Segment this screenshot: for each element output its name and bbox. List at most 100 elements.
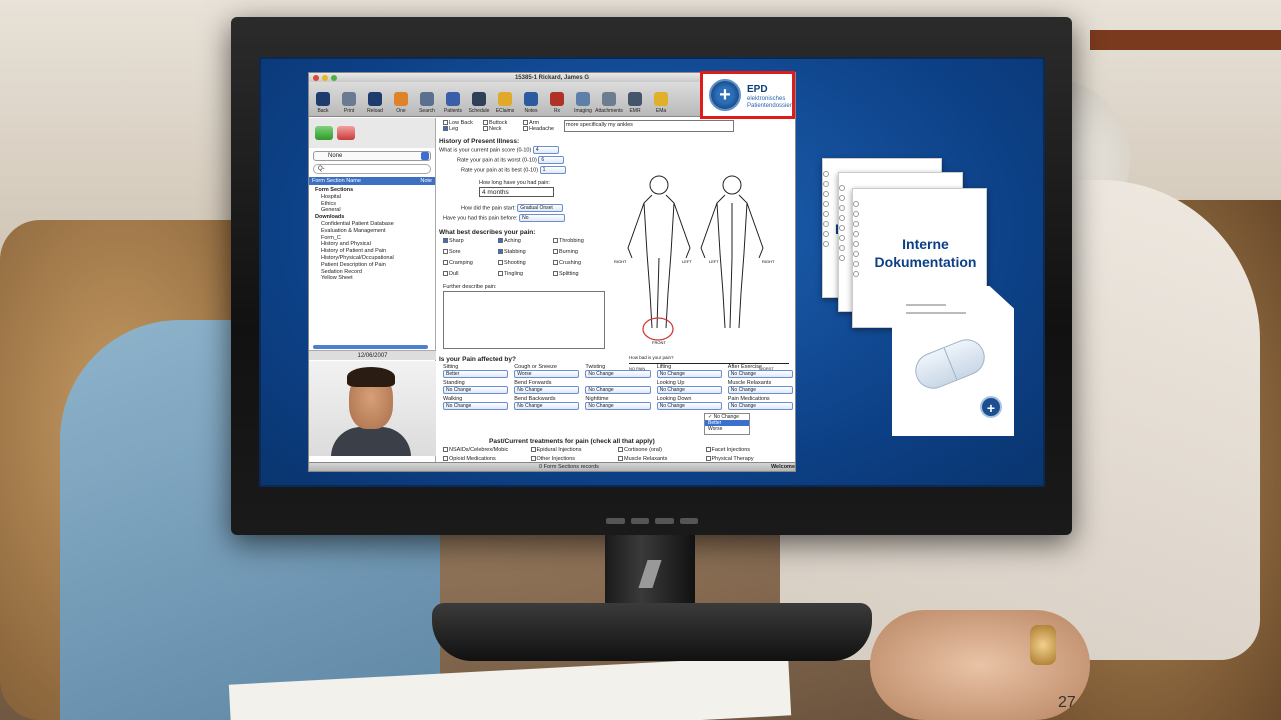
toolbar-button-reload[interactable]: Reload xyxy=(363,92,387,114)
checkbox-box[interactable] xyxy=(443,260,448,266)
current-pain-select[interactable]: 4 xyxy=(532,146,559,154)
pain-type-checkbox[interactable]: Cramping xyxy=(443,260,498,266)
tree-item[interactable]: History/Physical/Occupational xyxy=(313,255,431,262)
checkbox-box[interactable] xyxy=(443,120,448,126)
toolbar-button-emr[interactable]: EMR xyxy=(623,92,647,114)
affected-select[interactable]: No Change xyxy=(585,370,651,378)
affected-select[interactable]: No Change xyxy=(443,386,509,394)
affected-select[interactable]: No Change xyxy=(656,386,722,394)
start-select[interactable]: Gradual Onset xyxy=(517,204,564,212)
tree-item[interactable]: Ethics xyxy=(313,201,431,208)
pain-type-checkbox[interactable]: Stabbing xyxy=(498,249,553,255)
filter-select[interactable]: None xyxy=(313,151,431,161)
pain-type-checkbox[interactable]: Aching xyxy=(498,238,553,244)
checkbox-box[interactable] xyxy=(618,447,623,453)
further-describe-field[interactable] xyxy=(443,291,605,349)
tree-item[interactable]: History and Physical xyxy=(313,241,431,248)
affected-select[interactable]: No Change xyxy=(727,386,793,394)
toolbar-button-ema[interactable]: EMa xyxy=(649,92,673,114)
toolbar-button-attachments[interactable]: Attachments xyxy=(595,92,623,114)
toolbar-button-eclaims[interactable]: EClaims xyxy=(493,92,517,114)
add-button[interactable] xyxy=(315,126,333,140)
tree-item[interactable]: General xyxy=(313,207,431,214)
checkbox-box[interactable] xyxy=(530,447,536,453)
treatment-checkbox[interactable]: NSAIDs/Celebrex/Mobic xyxy=(443,447,531,453)
pain-type-checkbox[interactable]: Dull xyxy=(443,271,498,277)
checkbox-box[interactable] xyxy=(523,120,528,126)
worst-pain-select[interactable]: 6 xyxy=(538,156,565,164)
pain-type-checkbox[interactable]: Sharp xyxy=(443,238,498,244)
toolbar-button-patients[interactable]: Patients xyxy=(441,92,465,114)
checkbox-box[interactable] xyxy=(483,126,488,132)
before-select[interactable]: No xyxy=(519,214,566,222)
duration-field[interactable]: 4 months xyxy=(479,187,554,197)
affected-select[interactable]: No Change xyxy=(514,402,580,410)
toolbar-button-print[interactable]: Print xyxy=(337,92,361,114)
checkbox-box[interactable] xyxy=(443,249,448,255)
location-checkbox[interactable]: Leg xyxy=(443,126,483,132)
best-pain-select[interactable]: 1 xyxy=(539,166,566,174)
remove-button[interactable] xyxy=(337,126,355,140)
checkbox-box[interactable] xyxy=(553,260,558,266)
tree-item[interactable]: History of Patient and Pain xyxy=(313,248,431,255)
affected-select[interactable]: No Change xyxy=(656,402,722,410)
checkbox-box[interactable] xyxy=(443,456,448,462)
pain-type-checkbox[interactable]: Tingling xyxy=(498,271,553,277)
toolbar-button-imaging[interactable]: Imaging xyxy=(571,92,595,114)
location-checkbox[interactable]: Neck xyxy=(483,126,523,132)
tree-item[interactable]: Sedation Record xyxy=(313,269,431,276)
column-form-section-name[interactable]: Form Section Name xyxy=(312,177,361,185)
checkbox-box[interactable] xyxy=(443,238,448,244)
checkbox-box[interactable] xyxy=(705,447,711,453)
tree-item[interactable]: Evaluation & Management xyxy=(313,228,431,235)
dropdown-option[interactable]: Worse xyxy=(705,426,749,432)
toolbar-button-schedule[interactable]: Schedule xyxy=(467,92,491,114)
search-input[interactable]: Q- xyxy=(313,164,431,174)
pain-type-checkbox[interactable]: Splitting xyxy=(553,271,608,277)
checkbox-box[interactable] xyxy=(498,260,503,266)
tree-item[interactable]: Downloads xyxy=(313,214,431,221)
twisting-dropdown-menu[interactable]: ✓ No Change Better Worse xyxy=(704,413,750,435)
checkbox-box[interactable] xyxy=(530,456,536,462)
tree-item[interactable]: Confidential Patient Database xyxy=(313,221,431,228)
checkbox-box[interactable] xyxy=(553,249,558,255)
sidebar-scrollbar[interactable] xyxy=(313,345,428,349)
checkbox-box[interactable] xyxy=(618,456,623,462)
location-note-field[interactable]: more specifically my ankles xyxy=(564,120,734,132)
treatment-checkbox[interactable]: Facet Injections xyxy=(705,447,794,453)
tree-item[interactable]: Patient Description of Pain xyxy=(313,262,431,269)
body-diagram[interactable]: RIGHT LEFT LEFT RIGHT FRONT xyxy=(614,163,789,353)
checkbox-box[interactable] xyxy=(498,271,503,277)
pain-type-checkbox[interactable]: Burning xyxy=(553,249,608,255)
checkbox-box[interactable] xyxy=(443,271,448,277)
toolbar-button-one[interactable]: One xyxy=(389,92,413,114)
checkbox-box[interactable] xyxy=(523,126,528,132)
column-note[interactable]: Note xyxy=(420,177,432,185)
tree-item[interactable]: Form_C xyxy=(313,235,431,242)
affected-select[interactable]: No Change xyxy=(727,402,793,410)
checkbox-box[interactable] xyxy=(498,249,503,255)
affected-select[interactable]: Better xyxy=(443,370,509,378)
tree-item[interactable]: Form Sections xyxy=(313,187,431,194)
toolbar-button-rx[interactable]: Rx xyxy=(545,92,569,114)
tree-item[interactable]: Yellow Sheet xyxy=(313,275,431,282)
affected-select[interactable]: No Change xyxy=(585,386,651,394)
pain-type-checkbox[interactable]: Crushing xyxy=(553,260,608,266)
toolbar-button-back[interactable]: Back xyxy=(311,92,335,114)
checkbox-box[interactable] xyxy=(553,238,558,244)
affected-select[interactable]: No Change xyxy=(443,402,509,410)
checkbox-box[interactable] xyxy=(443,447,448,453)
checkbox-box[interactable] xyxy=(553,271,558,277)
treatment-checkbox[interactable]: Cortisone (oral) xyxy=(618,447,706,453)
affected-select[interactable]: No Change xyxy=(727,370,793,378)
toolbar-button-notes[interactable]: Notes xyxy=(519,92,543,114)
checkbox-box[interactable] xyxy=(483,120,488,126)
checkbox-box[interactable] xyxy=(443,126,448,132)
checkbox-box[interactable] xyxy=(498,238,503,244)
pain-type-checkbox[interactable]: Throbbing xyxy=(553,238,608,244)
pain-type-checkbox[interactable]: Sore xyxy=(443,249,498,255)
checkbox-box[interactable] xyxy=(705,456,711,462)
toolbar-button-search[interactable]: Search xyxy=(415,92,439,114)
affected-select[interactable]: Worse xyxy=(514,370,580,378)
treatment-checkbox[interactable]: Epidural Injections xyxy=(530,447,619,453)
